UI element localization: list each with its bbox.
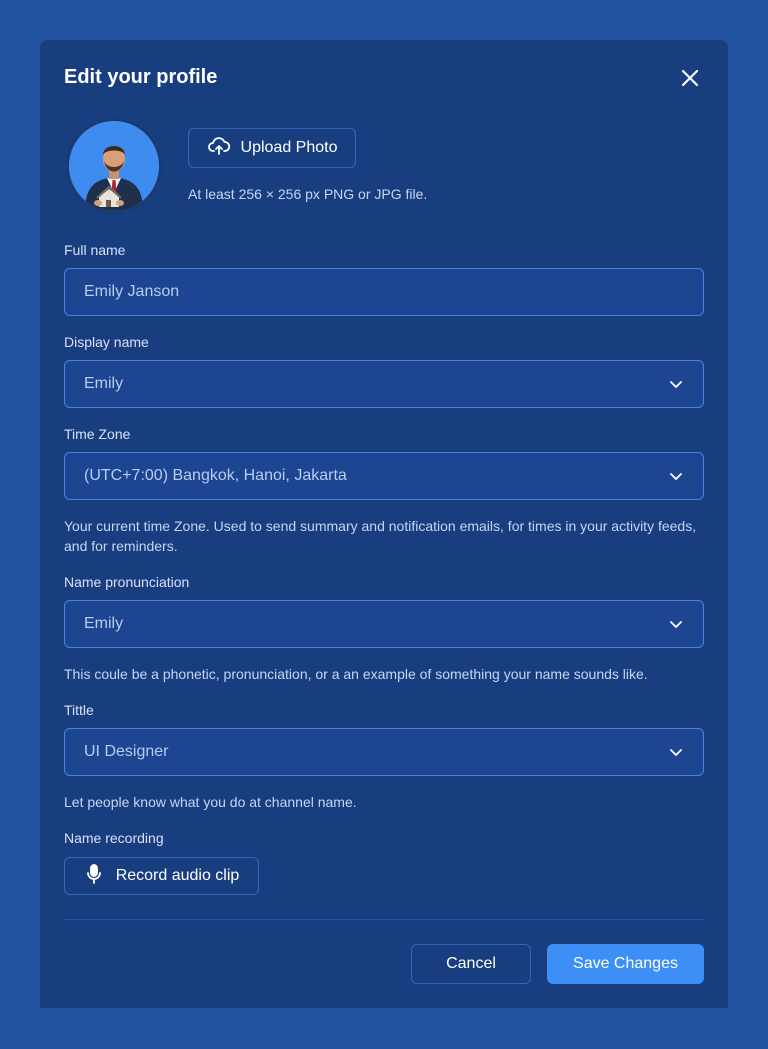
name-pronunciation-help: This coule be a phonetic, pronunciation,… [64,666,648,682]
full-name-value: Emily Janson [84,283,180,300]
time-zone-label: Time Zone [64,426,131,442]
full-name-label: Full name [64,242,126,258]
upload-hint: At least 256 × 256 px PNG or JPG file. [188,186,428,202]
record-audio-button[interactable]: Record audio clip [64,857,259,895]
record-audio-label: Record audio clip [115,867,240,884]
time-zone-value: (UTC+7:00) Bangkok, Hanoi, Jakarta [84,467,347,484]
name-pronunciation-select[interactable]: Emily [64,600,704,648]
time-zone-select[interactable]: (UTC+7:00) Bangkok, Hanoi, Jakarta [64,452,704,500]
avatar [66,118,162,214]
title-value: UI Designer [84,743,169,760]
name-pronunciation-label: Name pronunciation [64,574,190,590]
upload-photo-label: Upload Photo [240,139,338,156]
title-help: Let people know what you do at channel n… [64,794,357,810]
name-recording-label: Name recording [64,830,164,846]
save-changes-button[interactable]: Save Changes [547,944,704,984]
cloud-upload-icon [207,134,231,163]
upload-photo-button[interactable]: Upload Photo [188,128,356,168]
edit-profile-modal: Edit your profile Upload Photo At least … [40,40,728,1008]
chevron-down-icon [670,473,682,480]
close-icon[interactable] [678,66,702,90]
display-name-value: Emily [84,375,124,392]
cancel-button[interactable]: Cancel [411,944,531,984]
chevron-down-icon [670,621,682,628]
time-zone-help: Your current time Zone. Used to send sum… [64,518,697,554]
microphone-icon [84,863,104,890]
display-name-label: Display name [64,334,149,350]
title-label: Tittle [64,702,94,718]
display-name-select[interactable]: Emily [64,360,704,408]
title-select[interactable]: UI Designer [64,728,704,776]
chevron-down-icon [670,381,682,388]
name-pronunciation-value: Emily [84,615,124,632]
footer-divider [64,919,704,920]
full-name-field[interactable]: Emily Janson [64,268,704,316]
chevron-down-icon [670,749,682,756]
modal-title: Edit your profile [64,66,218,88]
